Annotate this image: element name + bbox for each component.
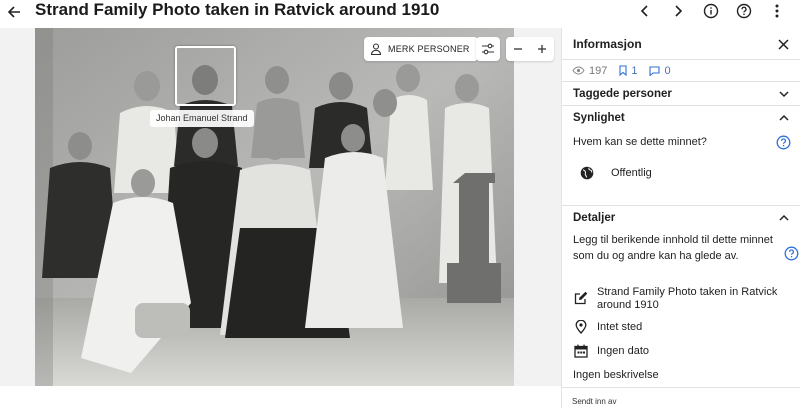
- eye-icon: [572, 66, 585, 75]
- close-icon[interactable]: [774, 35, 792, 53]
- saves-count: 1: [631, 64, 638, 77]
- divider: [562, 387, 800, 388]
- stats-row: 197 1 0: [562, 60, 800, 82]
- family-photo[interactable]: [35, 28, 514, 386]
- details-section-body: Legg til berikende innhold til dette min…: [562, 230, 800, 390]
- face-tag-box[interactable]: [175, 46, 236, 106]
- details-date[interactable]: Ingen dato: [597, 345, 649, 357]
- details-place[interactable]: Intet sted: [597, 321, 642, 333]
- calendar-icon: [574, 344, 588, 358]
- help-icon[interactable]: [733, 0, 755, 22]
- page-title: Strand Family Photo taken in Ratvick aro…: [35, 0, 440, 19]
- details-photo-title[interactable]: Strand Family Photo taken in Ratvick aro…: [597, 286, 787, 312]
- saves-stat[interactable]: 1: [619, 65, 637, 77]
- back-arrow-icon[interactable]: [3, 1, 25, 23]
- visibility-section-title: Synlighet: [573, 112, 625, 124]
- chevron-right-icon[interactable]: [667, 0, 689, 22]
- chevron-left-icon[interactable]: [634, 0, 656, 22]
- info-panel: Informasjon 197 1 0 Taggede personer Syn…: [561, 28, 800, 408]
- chevron-up-icon[interactable]: [777, 111, 791, 125]
- details-description[interactable]: Ingen beskrivelse: [573, 369, 659, 381]
- more-vertical-icon[interactable]: [766, 0, 788, 22]
- person-icon: [370, 43, 382, 55]
- edit-icon[interactable]: [574, 291, 588, 305]
- views-count: 197: [589, 64, 608, 77]
- info-icon[interactable]: [700, 0, 722, 22]
- visibility-section-header[interactable]: Synlighet: [562, 106, 800, 130]
- chevron-up-icon[interactable]: [777, 211, 791, 225]
- visibility-question: Hvem kan se dette minnet?: [573, 136, 707, 148]
- tag-people-label: MERK PERSONER: [388, 44, 470, 54]
- tag-people-button[interactable]: MERK PERSONER: [364, 37, 478, 61]
- comments-stat[interactable]: 0: [649, 64, 671, 77]
- chevron-down-icon[interactable]: [777, 87, 791, 101]
- details-section-header[interactable]: Detaljer: [562, 206, 800, 230]
- photo-viewer[interactable]: Johan Emanuel Strand MERK PERSONER: [0, 28, 561, 386]
- zoom-out-icon[interactable]: [506, 37, 530, 61]
- details-intro: Legg til berikende innhold til dette min…: [573, 234, 773, 262]
- details-section-title: Detaljer: [573, 212, 616, 224]
- visibility-section-body: Hvem kan se dette minnet? Offentlig: [562, 130, 800, 206]
- panel-title: Informasjon: [573, 37, 642, 51]
- viewer-bottom-strip: [0, 386, 561, 408]
- globe-icon: [580, 166, 594, 180]
- help-circle-icon[interactable]: [776, 135, 791, 150]
- bookmark-icon: [619, 65, 627, 76]
- submitted-by-label: Sendt inn av: [572, 397, 617, 406]
- adjust-icon[interactable]: [476, 37, 500, 61]
- comments-count: 0: [664, 64, 671, 77]
- views-stat: 197: [572, 65, 607, 77]
- panel-header: Informasjon: [562, 28, 800, 60]
- help-circle-icon[interactable]: [784, 246, 799, 261]
- face-tag-label[interactable]: Johan Emanuel Strand: [150, 110, 254, 127]
- zoom-controls: [506, 37, 554, 61]
- location-pin-icon: [575, 320, 587, 334]
- tagged-section-title: Taggede personer: [573, 88, 672, 100]
- top-actions: [623, 0, 788, 22]
- comment-icon: [649, 65, 661, 76]
- zoom-in-icon[interactable]: [530, 37, 554, 61]
- visibility-value[interactable]: Offentlig: [611, 167, 652, 179]
- tagged-section-header[interactable]: Taggede personer: [562, 82, 800, 106]
- top-bar: Strand Family Photo taken in Ratvick aro…: [0, 0, 800, 28]
